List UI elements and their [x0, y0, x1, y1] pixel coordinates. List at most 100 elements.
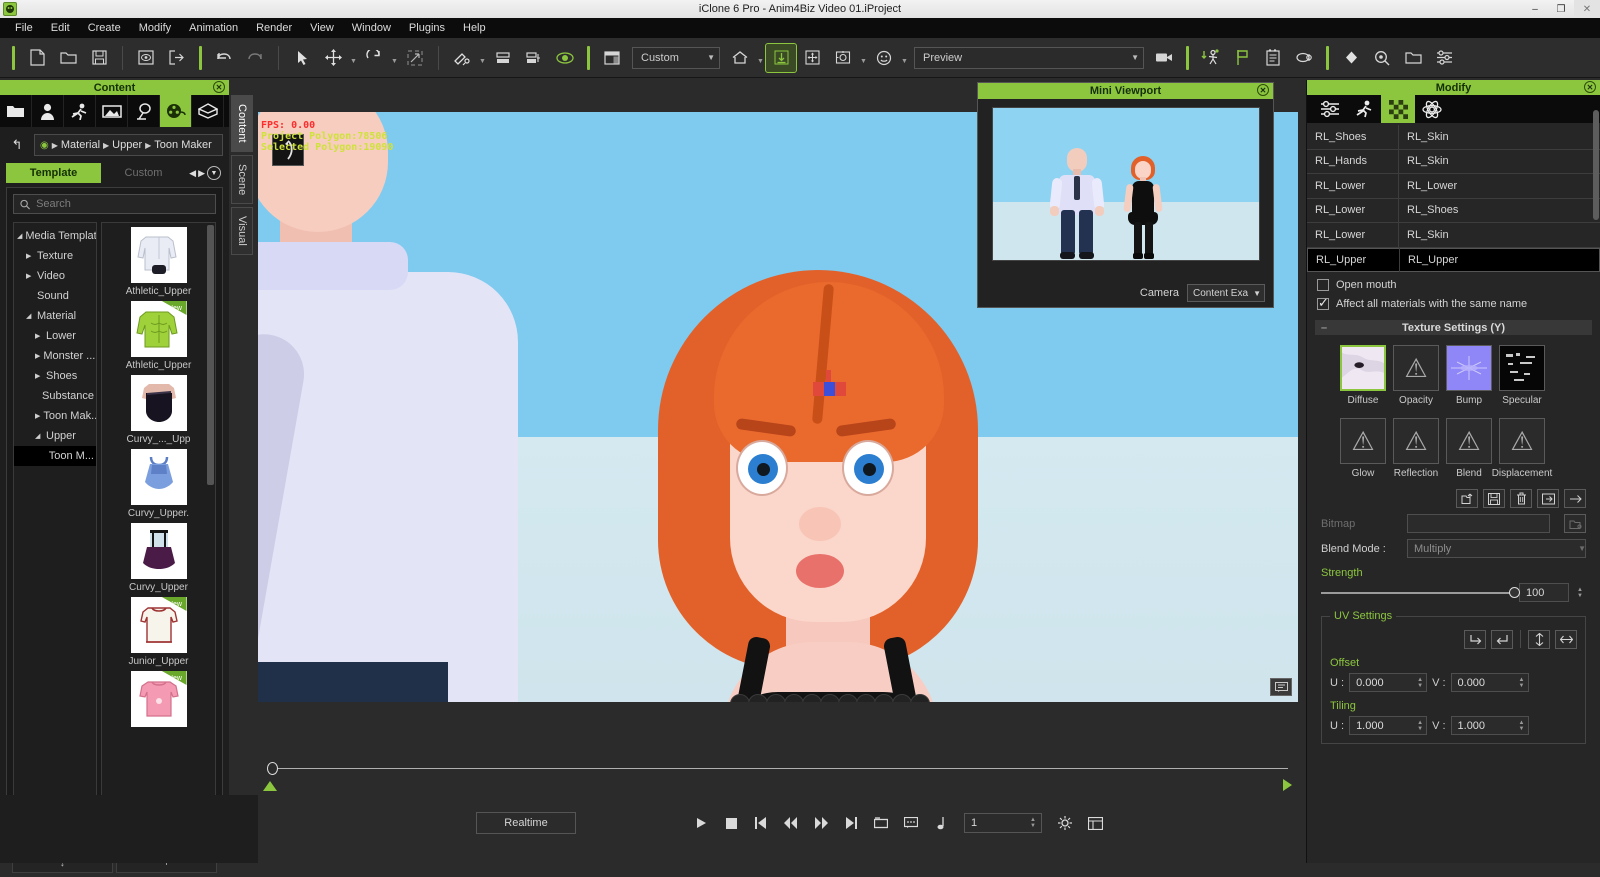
close-icon[interactable]: ✕	[1257, 84, 1269, 96]
tree-node[interactable]: ▶ Texture	[14, 246, 96, 266]
blend-mode-dropdown[interactable]: Multiply	[1407, 539, 1587, 558]
tree-node[interactable]: Substance	[14, 386, 96, 406]
strength-slider-track[interactable]	[1321, 586, 1521, 598]
caret-right-icon[interactable]: ▶	[198, 168, 205, 179]
render-quality-dropdown[interactable]: Preview ▼	[914, 46, 1144, 69]
rotate-ccw-icon[interactable]	[1491, 630, 1513, 649]
minimize-button[interactable]: –	[1522, 0, 1548, 18]
table-row[interactable]: RL_Hands RL_Skin	[1307, 149, 1600, 174]
breadcrumb-part-toon-maker[interactable]: Toon Maker	[154, 139, 211, 151]
affect-all-checkbox[interactable]	[1317, 295, 1329, 311]
flag-icon[interactable]	[1227, 44, 1257, 72]
close-button[interactable]: ✕	[1574, 0, 1600, 18]
texture-channel[interactable]: Bump	[1446, 345, 1492, 406]
rotate-cw-icon[interactable]	[1464, 630, 1486, 649]
texture-thumbnail[interactable]: ⚠	[1499, 418, 1545, 464]
tree-node[interactable]: ▶ Toon Mak...	[14, 406, 96, 426]
menu-edit[interactable]: Edit	[42, 20, 79, 36]
content-thumbnail[interactable]: New	[130, 301, 187, 357]
sidebar-item-custom[interactable]	[192, 95, 224, 127]
subtitle-button[interactable]	[898, 810, 924, 836]
stop-button[interactable]	[718, 810, 744, 836]
settings-sliders-icon[interactable]	[1429, 44, 1459, 72]
content-grid-item[interactable]: Curvy_Upper.	[102, 449, 215, 519]
menu-view[interactable]: View	[301, 20, 343, 36]
maximize-button[interactable]: ❐	[1548, 0, 1574, 18]
realtime-button[interactable]: Realtime	[476, 812, 576, 834]
back-arrow-icon[interactable]: ↰	[6, 135, 28, 155]
chevron-down-icon[interactable]: ▼	[1578, 544, 1586, 553]
tiling-u-stepper[interactable]: ▲ ▼	[1417, 720, 1426, 732]
layout-preset-dropdown[interactable]: Custom ▼	[632, 46, 720, 69]
tab-attribute[interactable]	[1313, 95, 1347, 123]
move-tool-icon[interactable]	[318, 44, 348, 72]
camera-icon[interactable]	[1149, 44, 1179, 72]
bitmap-field[interactable]	[1407, 514, 1550, 533]
content-grid-item[interactable]: Curvy_Upper	[102, 523, 215, 593]
search-box[interactable]	[13, 194, 216, 214]
content-grid-item[interactable]: New	[102, 671, 215, 727]
texture-settings-header[interactable]: – Texture Settings (Y)	[1315, 320, 1592, 335]
texture-thumbnail[interactable]: ⚠	[1446, 418, 1492, 464]
sidebar-item-media[interactable]	[160, 95, 192, 127]
tiling-u-field[interactable]: 1.000 ▲ ▼	[1349, 716, 1428, 735]
texture-channel[interactable]: ⚠ Glow	[1340, 418, 1386, 479]
timeline-range-start-marker[interactable]	[263, 781, 277, 791]
tree-node[interactable]: ◢ Media Template	[14, 226, 96, 246]
texture-thumbnail[interactable]	[1499, 345, 1545, 391]
go-to-start-button[interactable]	[748, 810, 774, 836]
path-icon[interactable]	[1289, 44, 1319, 72]
content-thumbnail[interactable]: New	[130, 671, 187, 727]
affect-all-row[interactable]: Affect all materials with the same name	[1307, 291, 1600, 311]
table-row[interactable]: RL_Upper RL_Upper	[1307, 247, 1600, 272]
strength-stepper[interactable]: ▲ ▼	[1577, 587, 1586, 599]
content-thumbnail[interactable]	[130, 449, 187, 505]
rotate-tool-dropdown-icon[interactable]: ▼	[390, 44, 399, 72]
offset-u-stepper[interactable]: ▲ ▼	[1417, 677, 1426, 689]
timeline-scrubber[interactable]	[258, 755, 1298, 795]
triangle-down-icon[interactable]: ◢	[35, 432, 43, 440]
home-dropdown-icon[interactable]: ▼	[756, 44, 765, 72]
scale-tool-icon[interactable]	[400, 44, 430, 72]
vtab-content[interactable]: Content	[231, 95, 253, 152]
content-grid-item[interactable]: New Junior_Upper	[102, 597, 215, 667]
breadcrumb-part-material[interactable]: Material	[61, 139, 100, 151]
content-thumbnail[interactable]	[130, 227, 187, 283]
tree-node[interactable]: ▶ Monster ...	[14, 346, 96, 366]
tiling-v-stepper[interactable]: ▲ ▼	[1519, 720, 1528, 732]
align-icon[interactable]	[488, 44, 518, 72]
triangle-down-icon[interactable]: ◢	[26, 312, 34, 320]
table-row[interactable]: RL_Lower RL_Skin	[1307, 222, 1600, 248]
tab-animation[interactable]	[1347, 95, 1381, 123]
rotate-tool-icon[interactable]	[359, 44, 389, 72]
link-tool-icon[interactable]	[447, 44, 477, 72]
table-row[interactable]: RL_Shoes RL_Skin	[1307, 124, 1600, 150]
minus-icon[interactable]: –	[1321, 322, 1327, 334]
timeline-track[interactable]	[270, 768, 1288, 769]
redo-icon[interactable]	[240, 44, 270, 72]
menu-animation[interactable]: Animation	[180, 20, 247, 36]
content-grid-scrollbar[interactable]	[207, 225, 214, 485]
tab-template[interactable]: Template	[6, 163, 101, 183]
tree-node[interactable]: ▶ Shoes	[14, 366, 96, 386]
tree-node[interactable]: Sound	[14, 286, 96, 306]
offset-v-field[interactable]: 0.000 ▲ ▼	[1450, 673, 1529, 692]
flip-horizontal-icon[interactable]	[1555, 630, 1577, 649]
mini-camera-dropdown[interactable]: Content Exa ▼	[1187, 284, 1265, 302]
layout-icon[interactable]	[597, 44, 627, 72]
delete-texture-icon[interactable]	[1510, 489, 1532, 508]
content-grid-item[interactable]: New Athletic_Upper	[102, 301, 215, 371]
more-icon[interactable]	[1564, 489, 1586, 508]
table-row[interactable]: RL_Lower RL_Shoes	[1307, 198, 1600, 223]
triangle-right-icon[interactable]: ▶	[35, 412, 40, 420]
texture-channel[interactable]: ⚠ Blend	[1446, 418, 1492, 479]
sidebar-item-project[interactable]	[0, 95, 32, 127]
table-row[interactable]: RL_Lower RL_Lower	[1307, 173, 1600, 199]
mini-viewport-stage[interactable]	[992, 107, 1260, 261]
texture-channel[interactable]: Specular	[1499, 345, 1545, 406]
face-icon[interactable]	[869, 44, 899, 72]
timeline-range-end-marker[interactable]	[1283, 779, 1292, 791]
content-grid-item[interactable]: Athletic_Upper	[102, 227, 215, 297]
move-center-icon[interactable]	[797, 44, 827, 72]
tree-node[interactable]: ◢ Material	[14, 306, 96, 326]
